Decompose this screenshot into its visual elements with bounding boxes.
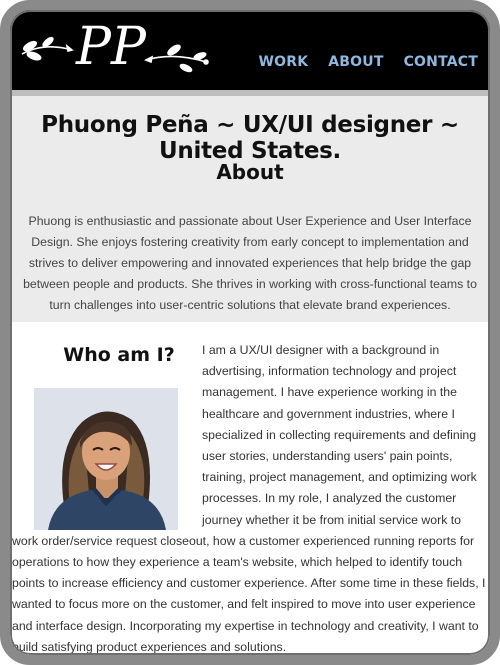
logo-text: PP [75, 17, 147, 77]
about-summary: Phuong is enthusiastic and passionate ab… [23, 214, 477, 312]
bio-float-spacer [12, 340, 202, 528]
main-nav: WORK ABOUT CONTACT [258, 54, 478, 70]
bio-text-block: I am a UX/UI designer with a background … [12, 340, 488, 655]
section-title-about: About [216, 160, 284, 184]
logo[interactable]: PP [14, 12, 214, 80]
leaf-vine-icon [21, 36, 74, 61]
nav-link-work[interactable]: WORK [258, 54, 308, 70]
about-hero: Phuong Peña ~ UX/UI designer ~ United St… [10, 96, 490, 322]
site-header: PP WORK ABOUT CONTACT [10, 10, 490, 96]
leaf-vine-icon [144, 44, 209, 73]
nav-link-about[interactable]: ABOUT [328, 54, 383, 70]
device-frame: PP WORK ABOUT CONTACT Phuong Peña ~ UX/U… [0, 0, 500, 665]
page-title: Phuong Peña ~ UX/UI designer ~ United St… [41, 112, 459, 164]
nav-link-contact[interactable]: CONTACT [404, 54, 478, 70]
